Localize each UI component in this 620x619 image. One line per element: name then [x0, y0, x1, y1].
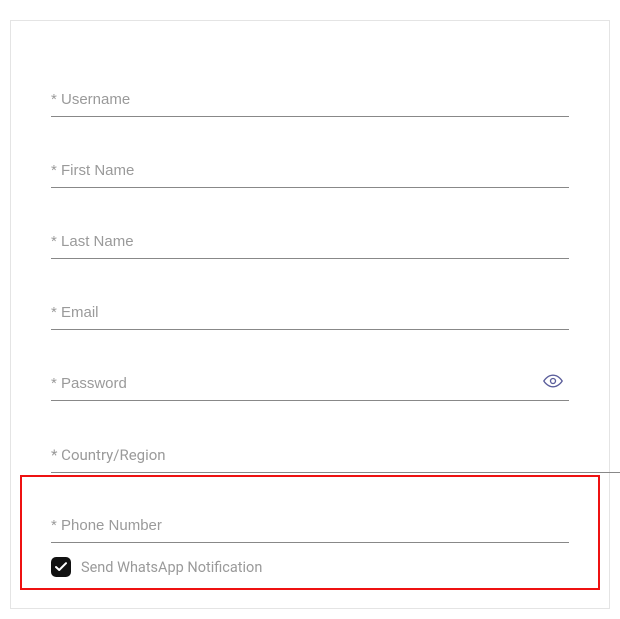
- password-input[interactable]: [51, 369, 569, 401]
- last-name-input[interactable]: [51, 227, 569, 259]
- first-name-input[interactable]: [51, 156, 569, 188]
- username-input[interactable]: [51, 85, 569, 117]
- check-icon: [55, 562, 67, 572]
- phone-number-input[interactable]: [51, 511, 569, 543]
- email-input[interactable]: [51, 298, 569, 330]
- country-region-select[interactable]: * Country/Region: [51, 440, 620, 473]
- whatsapp-notification-label: Send WhatsApp Notification: [81, 559, 262, 576]
- registration-form-panel: * Country/Region Send WhatsApp Notificat…: [10, 20, 610, 609]
- whatsapp-notification-checkbox[interactable]: [51, 557, 71, 577]
- eye-icon[interactable]: [543, 373, 563, 392]
